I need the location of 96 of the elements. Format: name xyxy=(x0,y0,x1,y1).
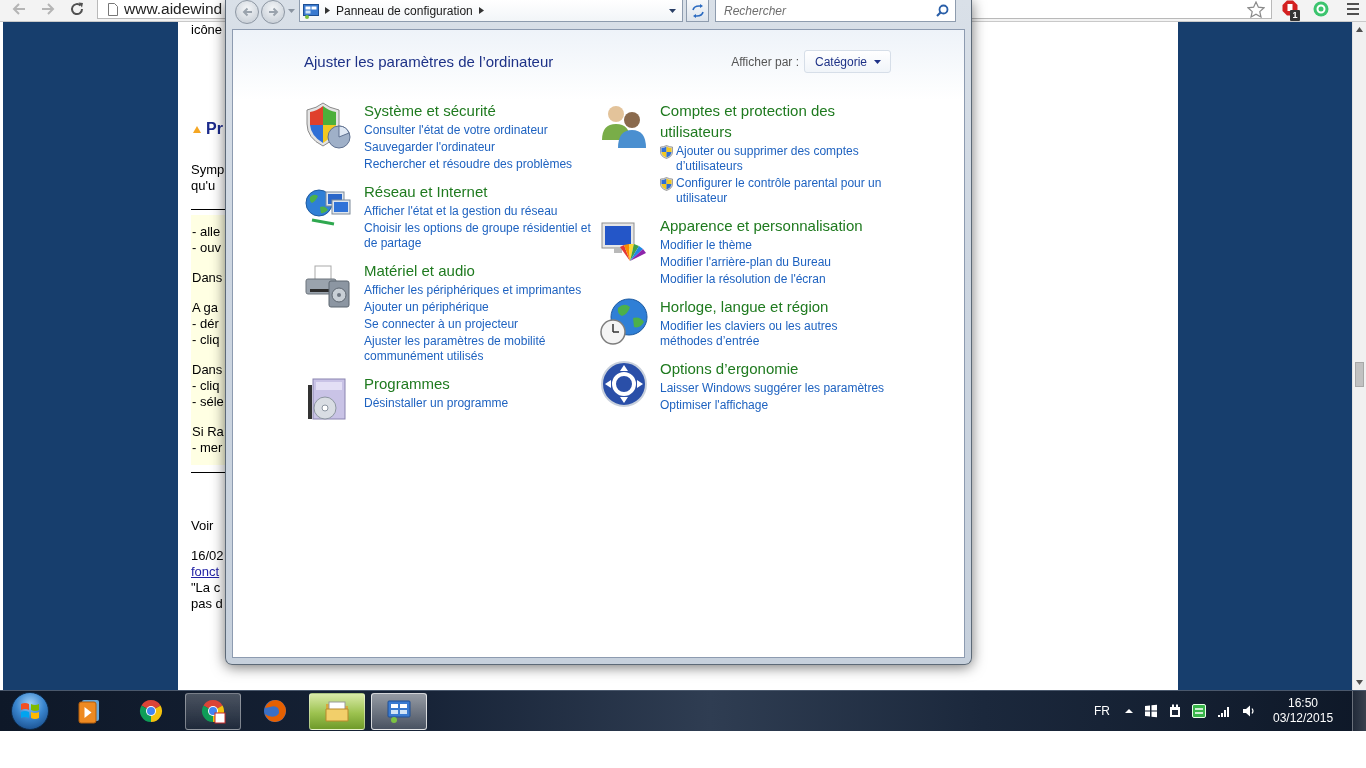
settings-link[interactable]: Consulter l'état de votre ordinateur xyxy=(364,123,548,138)
speaker-icon[interactable] xyxy=(1242,704,1256,718)
shield-chart-icon xyxy=(304,102,352,150)
browser-icon xyxy=(138,698,164,724)
search-field[interactable]: Rechercher xyxy=(715,0,956,22)
category-title[interactable]: Options d’ergonomie xyxy=(660,358,799,379)
settings-link[interactable]: Ajouter ou supprimer des comptes d’utilisateurs xyxy=(676,144,886,174)
page-text: A ga xyxy=(192,300,219,316)
scrollbar[interactable] xyxy=(1352,22,1366,690)
category-title[interactable]: Horloge, langue et région xyxy=(660,296,829,317)
search-icon[interactable] xyxy=(936,4,949,17)
page-text: Dans xyxy=(192,270,223,286)
page-text: Symp xyxy=(191,162,225,178)
address-field[interactable]: Panneau de configuration xyxy=(299,0,683,22)
scroll-thumb[interactable] xyxy=(1355,362,1364,387)
clock-button[interactable]: 16:50 03/12/2015 xyxy=(1273,696,1333,726)
page-text: - séle xyxy=(192,394,224,410)
refresh-arrows-icon xyxy=(690,3,705,18)
page-text: qu'u xyxy=(191,178,216,194)
category-title[interactable]: Programmes xyxy=(364,373,450,394)
back-arrow-icon xyxy=(241,7,253,17)
triangle-icon xyxy=(193,125,201,133)
category-title[interactable]: Réseau et Internet xyxy=(364,181,488,202)
taskbar-button[interactable] xyxy=(371,692,427,730)
page-text: - dér xyxy=(192,316,219,332)
page-text: - alle xyxy=(192,224,221,240)
settings-link[interactable]: Modifier le thème xyxy=(660,238,753,253)
page-text: Dans xyxy=(192,362,223,378)
view-by-label: Afficher par : xyxy=(731,54,799,69)
section-heading: Pr xyxy=(206,121,223,137)
taskbar-button[interactable] xyxy=(309,692,365,730)
extension-badge: 1 xyxy=(1290,10,1300,21)
star-icon[interactable] xyxy=(1247,0,1265,18)
view-dropdown[interactable]: Catégorie xyxy=(803,50,891,73)
plug-icon[interactable] xyxy=(1169,704,1181,718)
settings-link[interactable]: Modifier l'arrière-plan du Bureau xyxy=(660,255,832,270)
menu-icon[interactable] xyxy=(1345,1,1361,17)
show-desktop-button[interactable] xyxy=(1352,691,1366,731)
page-title: Ajuster les paramètres de l’ordinateur xyxy=(304,53,554,70)
windows-logo-icon xyxy=(20,701,40,721)
page-text: - cliq xyxy=(192,378,220,394)
chevron-right-icon[interactable] xyxy=(478,7,484,14)
page-text: Si Ra xyxy=(192,424,224,440)
category-title[interactable]: Système et sécurité xyxy=(364,100,496,121)
play-icon xyxy=(76,698,102,724)
scroll-up-icon[interactable] xyxy=(1356,27,1363,32)
page-text: icône xyxy=(191,22,223,38)
settings-link[interactable]: Modifier les claviers ou les autres méthodes d’entrée xyxy=(660,319,886,349)
page-link[interactable]: fonct xyxy=(191,564,220,580)
start-button[interactable] xyxy=(11,692,49,730)
taskbar-button[interactable] xyxy=(185,692,241,730)
scroll-down-icon[interactable] xyxy=(1356,680,1363,685)
settings-link[interactable]: Ajouter un périphérique xyxy=(364,300,489,315)
address-field[interactable]: www.aidewind xyxy=(97,0,225,19)
breadcrumb-item[interactable]: Panneau de configuration xyxy=(336,3,473,18)
category-title[interactable]: Matériel et audio xyxy=(364,260,475,281)
page-icon xyxy=(108,2,118,16)
category-title[interactable]: Comptes et protection des utilisateurs xyxy=(660,100,886,142)
list-tile-icon[interactable] xyxy=(1192,704,1206,718)
category-title[interactable]: Apparence et personnalisation xyxy=(660,215,863,236)
refresh-button[interactable] xyxy=(686,0,709,22)
page-text: - cliq xyxy=(192,332,220,348)
signal-icon[interactable] xyxy=(1217,704,1231,718)
globe-clock-icon xyxy=(600,298,648,346)
printer-speaker-icon xyxy=(304,262,352,310)
settings-link[interactable]: Se connecter à un projecteur xyxy=(364,317,519,332)
page-text: - ouv xyxy=(192,240,221,256)
page-text: Voir xyxy=(191,518,214,534)
control-panel-icon xyxy=(303,2,319,19)
page-text: 16/02 xyxy=(191,548,224,564)
reload-icon[interactable] xyxy=(69,1,85,17)
settings-link[interactable]: Optimiser l'affichage xyxy=(660,398,769,413)
chevron-right-icon[interactable] xyxy=(325,7,330,14)
settings-link[interactable]: Configurer le contrôle parental pour un utilisateur xyxy=(676,176,886,206)
settings-link[interactable]: Modifier la résolution de l'écran xyxy=(660,272,826,287)
settings-link[interactable]: Ajuster les paramètres de mobilité communément utilisés xyxy=(364,334,600,364)
disc-arrows-icon xyxy=(600,360,648,408)
settings-link[interactable]: Choisir les options de groupe résidentiel et de partage xyxy=(364,221,600,251)
settings-link[interactable]: Afficher les périphériques et imprimantes xyxy=(364,283,582,298)
settings-link[interactable]: Laisser Windows suggérer les paramètres xyxy=(660,381,885,396)
language-button[interactable]: FR xyxy=(1094,704,1110,718)
fox-globe-icon xyxy=(262,698,288,724)
folder-icon xyxy=(324,698,350,724)
settings-link[interactable]: Afficher l'état et la gestion du réseau xyxy=(364,204,558,219)
page-text: pas d xyxy=(191,596,223,612)
control-panel-icon xyxy=(386,698,412,724)
page-text: - mer xyxy=(192,440,223,456)
caret-down-icon[interactable] xyxy=(669,8,676,13)
settings-link[interactable]: Désinstaller un programme xyxy=(364,396,509,411)
settings-link[interactable]: Sauvegarder l'ordinateur xyxy=(364,140,496,155)
grid-icon[interactable] xyxy=(1144,704,1158,718)
settings-link[interactable]: Rechercher et résoudre des problèmes xyxy=(364,157,573,172)
page-text: "La c xyxy=(191,580,221,596)
browser-icon xyxy=(200,698,226,724)
forward-arrow-icon xyxy=(267,7,279,17)
caret-down-icon xyxy=(874,59,881,64)
